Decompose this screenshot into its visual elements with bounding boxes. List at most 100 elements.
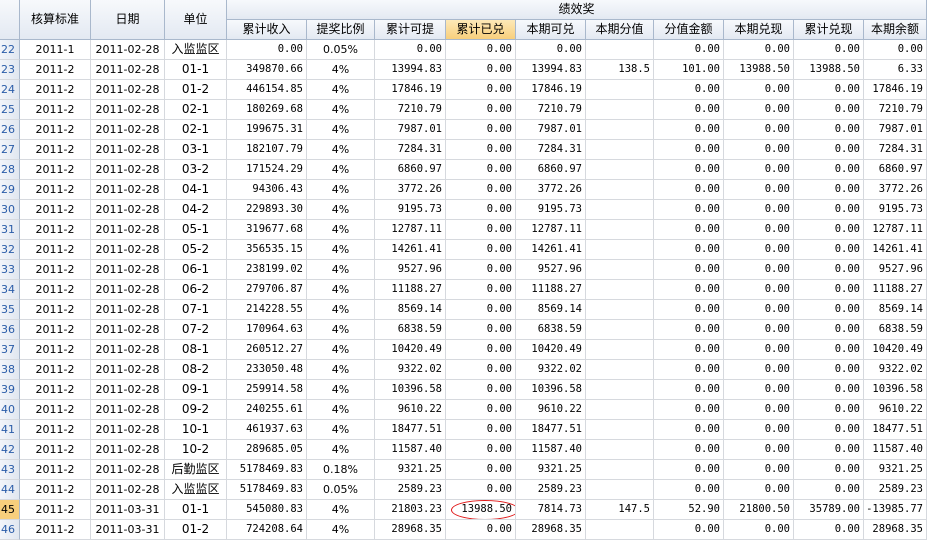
cell-date[interactable]: 2011-02-28 xyxy=(91,360,165,380)
cell-period-payable[interactable]: 17846.19 xyxy=(516,80,586,100)
cell-score-amount[interactable]: 0.00 xyxy=(654,180,724,200)
cell-unit[interactable]: 后勤监区 xyxy=(165,460,227,480)
cell-cum-paid[interactable]: 0.00 xyxy=(446,40,516,60)
cell-date[interactable]: 2011-02-28 xyxy=(91,80,165,100)
cell-period-payable[interactable]: 10396.58 xyxy=(516,380,586,400)
cell-cum-available[interactable]: 7210.79 xyxy=(375,100,446,120)
cell-bonus-rate[interactable]: 4% xyxy=(307,80,375,100)
cell-period-payable[interactable]: 11587.40 xyxy=(516,440,586,460)
cell-cum-paid[interactable]: 0.00 xyxy=(446,80,516,100)
cell-score-amount[interactable]: 0.00 xyxy=(654,240,724,260)
cell-cum-income[interactable]: 0.00 xyxy=(227,40,307,60)
cell-score-amount[interactable]: 0.00 xyxy=(654,280,724,300)
cell-bonus-rate[interactable]: 4% xyxy=(307,100,375,120)
cell-period-payable[interactable]: 7987.01 xyxy=(516,120,586,140)
cell-period-cashed[interactable]: 0.00 xyxy=(724,440,794,460)
cell-cum-income[interactable]: 5178469.83 xyxy=(227,480,307,500)
cell-standard[interactable]: 2011-2 xyxy=(20,160,91,180)
cell-cum-income[interactable]: 199675.31 xyxy=(227,120,307,140)
cell-cum-paid[interactable]: 0.00 xyxy=(446,160,516,180)
row-header[interactable]: 35 xyxy=(0,300,20,320)
row-header[interactable]: 26 xyxy=(0,120,20,140)
row-header[interactable]: 32 xyxy=(0,240,20,260)
row-header[interactable]: 25 xyxy=(0,100,20,120)
cell-cum-cashed[interactable]: 0.00 xyxy=(794,400,864,420)
cell-cum-available[interactable]: 10396.58 xyxy=(375,380,446,400)
col-header-standard[interactable]: 核算标准 xyxy=(20,0,91,40)
cell-standard[interactable]: 2011-2 xyxy=(20,400,91,420)
cell-period-cashed[interactable]: 0.00 xyxy=(724,140,794,160)
cell-cum-paid[interactable]: 0.00 xyxy=(446,380,516,400)
cell-period-payable[interactable]: 11188.27 xyxy=(516,280,586,300)
cell-date[interactable]: 2011-03-31 xyxy=(91,520,165,540)
cell-date[interactable]: 2011-02-28 xyxy=(91,120,165,140)
cell-cum-available[interactable]: 7284.31 xyxy=(375,140,446,160)
cell-cum-available[interactable]: 28968.35 xyxy=(375,520,446,540)
cell-cum-paid[interactable]: 0.00 xyxy=(446,420,516,440)
cell-unit[interactable]: 07-1 xyxy=(165,300,227,320)
cell-unit[interactable]: 01-1 xyxy=(165,500,227,520)
cell-cum-income[interactable]: 180269.68 xyxy=(227,100,307,120)
cell-cum-paid[interactable]: 0.00 xyxy=(446,360,516,380)
cell-period-cashed[interactable]: 0.00 xyxy=(724,160,794,180)
cell-period-score[interactable] xyxy=(586,80,654,100)
cell-date[interactable]: 2011-02-28 xyxy=(91,420,165,440)
cell-period-balance[interactable]: 12787.11 xyxy=(864,220,927,240)
cell-period-balance[interactable]: 14261.41 xyxy=(864,240,927,260)
cell-cum-cashed[interactable]: 0.00 xyxy=(794,120,864,140)
cell-period-score[interactable] xyxy=(586,440,654,460)
cell-unit[interactable]: 07-2 xyxy=(165,320,227,340)
cell-period-score[interactable] xyxy=(586,140,654,160)
cell-cum-paid[interactable]: 0.00 xyxy=(446,400,516,420)
cell-unit[interactable]: 09-2 xyxy=(165,400,227,420)
cell-unit[interactable]: 01-2 xyxy=(165,80,227,100)
cell-period-cashed[interactable]: 0.00 xyxy=(724,200,794,220)
cell-period-payable[interactable]: 18477.51 xyxy=(516,420,586,440)
cell-cum-income[interactable]: 233050.48 xyxy=(227,360,307,380)
cell-period-cashed[interactable]: 0.00 xyxy=(724,320,794,340)
cell-period-balance[interactable]: 8569.14 xyxy=(864,300,927,320)
cell-period-cashed[interactable]: 0.00 xyxy=(724,480,794,500)
cell-cum-income[interactable]: 319677.68 xyxy=(227,220,307,240)
cell-period-score[interactable] xyxy=(586,120,654,140)
cell-period-balance[interactable]: 17846.19 xyxy=(864,80,927,100)
col-header-date[interactable]: 日期 xyxy=(91,0,165,40)
cell-unit[interactable]: 入监监区 xyxy=(165,480,227,500)
cell-cum-paid[interactable]: 0.00 xyxy=(446,460,516,480)
cell-date[interactable]: 2011-02-28 xyxy=(91,220,165,240)
cell-cum-income[interactable]: 94306.43 xyxy=(227,180,307,200)
row-header[interactable]: 22 xyxy=(0,40,20,60)
cell-period-payable[interactable]: 9322.02 xyxy=(516,360,586,380)
cell-period-balance[interactable]: 18477.51 xyxy=(864,420,927,440)
cell-period-cashed[interactable]: 0.00 xyxy=(724,220,794,240)
cell-date[interactable]: 2011-02-28 xyxy=(91,460,165,480)
cell-standard[interactable]: 2011-2 xyxy=(20,200,91,220)
cell-standard[interactable]: 2011-2 xyxy=(20,360,91,380)
cell-period-payable[interactable]: 9610.22 xyxy=(516,400,586,420)
cell-unit[interactable]: 04-2 xyxy=(165,200,227,220)
cell-standard[interactable]: 2011-2 xyxy=(20,280,91,300)
col-header-bonus-rate[interactable]: 提奖比例 xyxy=(307,20,375,40)
cell-period-cashed[interactable]: 0.00 xyxy=(724,120,794,140)
cell-cum-available[interactable]: 13994.83 xyxy=(375,60,446,80)
cell-bonus-rate[interactable]: 4% xyxy=(307,500,375,520)
cell-period-balance[interactable]: 9322.02 xyxy=(864,360,927,380)
cell-unit[interactable]: 05-2 xyxy=(165,240,227,260)
cell-period-score[interactable] xyxy=(586,400,654,420)
row-header[interactable]: 40 xyxy=(0,400,20,420)
cell-cum-paid[interactable]: 0.00 xyxy=(446,320,516,340)
cell-bonus-rate[interactable]: 4% xyxy=(307,380,375,400)
cell-cum-income[interactable]: 259914.58 xyxy=(227,380,307,400)
cell-score-amount[interactable]: 0.00 xyxy=(654,360,724,380)
cell-cum-paid[interactable]: 0.00 xyxy=(446,100,516,120)
row-header[interactable]: 34 xyxy=(0,280,20,300)
cell-cum-available[interactable]: 21803.23 xyxy=(375,500,446,520)
cell-standard[interactable]: 2011-2 xyxy=(20,460,91,480)
cell-cum-available[interactable]: 6838.59 xyxy=(375,320,446,340)
cell-period-balance[interactable]: 11587.40 xyxy=(864,440,927,460)
cell-cum-paid[interactable]: 0.00 xyxy=(446,260,516,280)
cell-standard[interactable]: 2011-2 xyxy=(20,420,91,440)
cell-period-payable[interactable]: 2589.23 xyxy=(516,480,586,500)
row-header[interactable]: 30 xyxy=(0,200,20,220)
cell-standard[interactable]: 2011-2 xyxy=(20,480,91,500)
